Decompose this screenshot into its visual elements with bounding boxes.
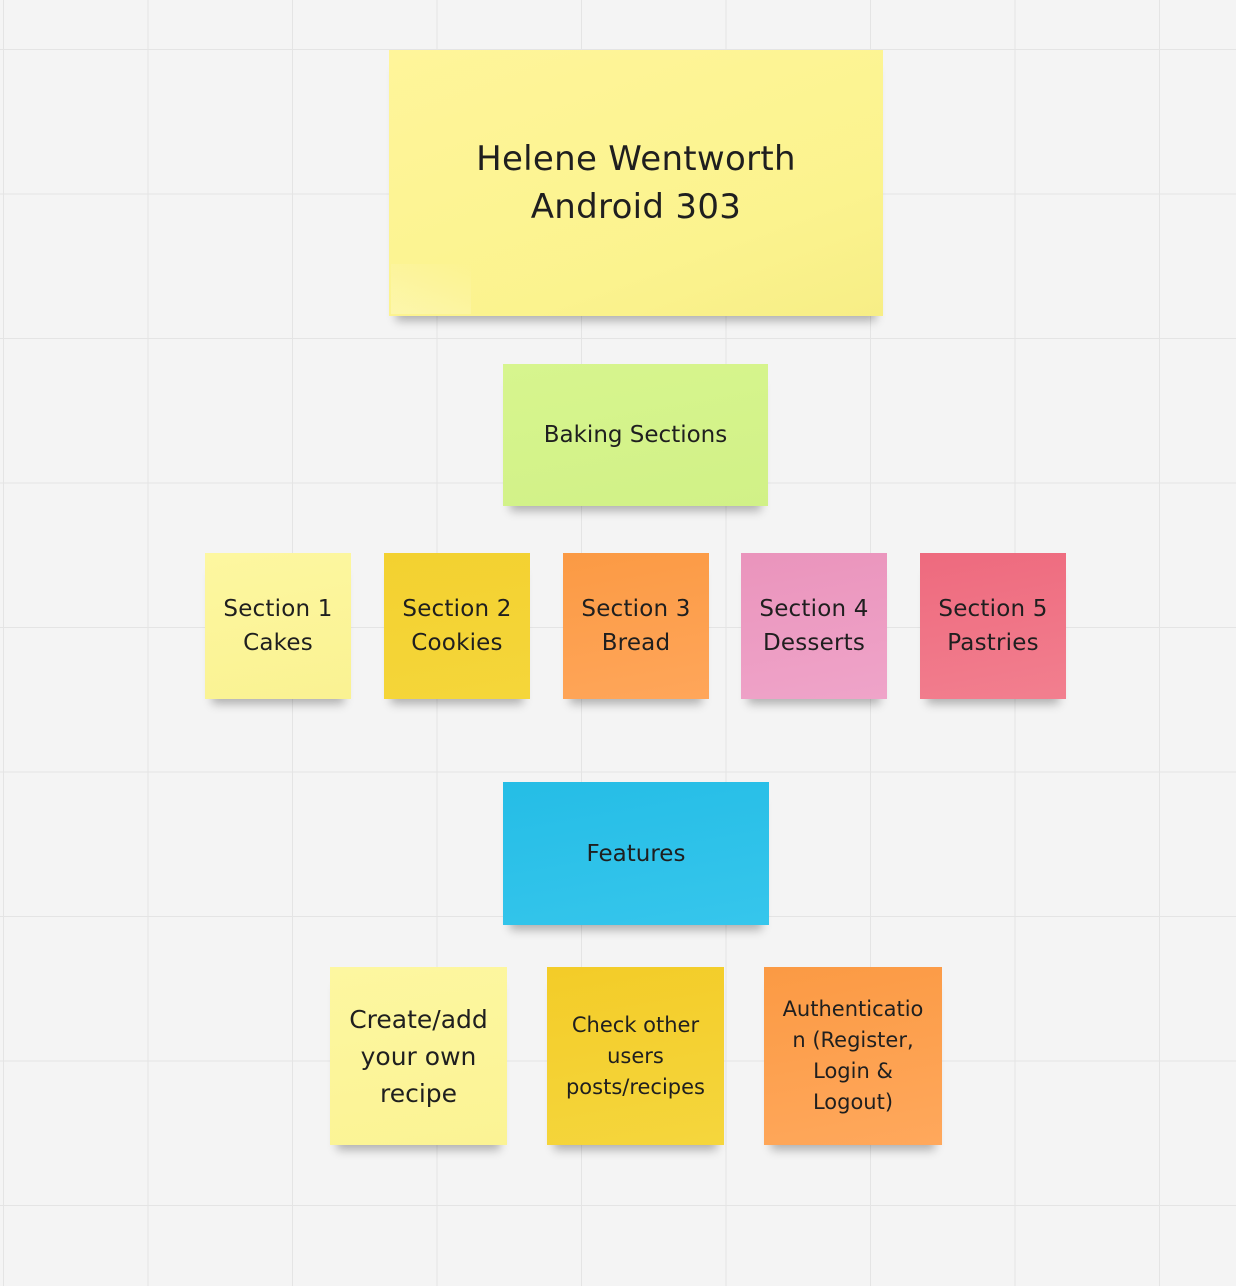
feature-create-recipe-text: Create/add your own recipe — [349, 1004, 488, 1108]
section-5-text: Section 5 Pastries — [938, 596, 1048, 656]
section-4-sticky-note[interactable]: Section 4 Desserts — [741, 553, 887, 699]
feature-authentication-sticky-note[interactable]: Authenticatio n (Register, Login & Logou… — [764, 967, 942, 1145]
title-sticky-note[interactable]: Helene Wentworth Android 303 — [389, 50, 883, 316]
features-sticky-note[interactable]: Features — [503, 782, 769, 925]
feature-authentication-text: Authenticatio n (Register, Login & Logou… — [782, 997, 924, 1114]
section-2-text: Section 2 Cookies — [402, 596, 512, 656]
whiteboard-canvas[interactable]: Helene Wentworth Android 303 Baking Sect… — [0, 0, 1236, 1286]
feature-check-posts-text: Check other users posts/recipes — [565, 1012, 706, 1099]
section-2-sticky-note[interactable]: Section 2 Cookies — [384, 553, 530, 699]
feature-check-posts-sticky-note[interactable]: Check other users posts/recipes — [547, 967, 724, 1145]
section-5-sticky-note[interactable]: Section 5 Pastries — [920, 553, 1066, 699]
section-3-sticky-note[interactable]: Section 3 Bread — [563, 553, 709, 699]
baking-sections-sticky-note[interactable]: Baking Sections — [503, 364, 768, 506]
feature-create-recipe-sticky-note[interactable]: Create/add your own recipe — [330, 967, 507, 1145]
section-1-sticky-note[interactable]: Section 1 Cakes — [205, 553, 351, 699]
baking-sections-text: Baking Sections — [543, 422, 728, 448]
features-text: Features — [586, 840, 686, 867]
section-1-text: Section 1 Cakes — [223, 596, 333, 656]
section-4-text: Section 4 Desserts — [759, 596, 869, 656]
title-note-text: Helene Wentworth Android 303 — [476, 139, 796, 227]
section-3-text: Section 3 Bread — [581, 596, 691, 656]
